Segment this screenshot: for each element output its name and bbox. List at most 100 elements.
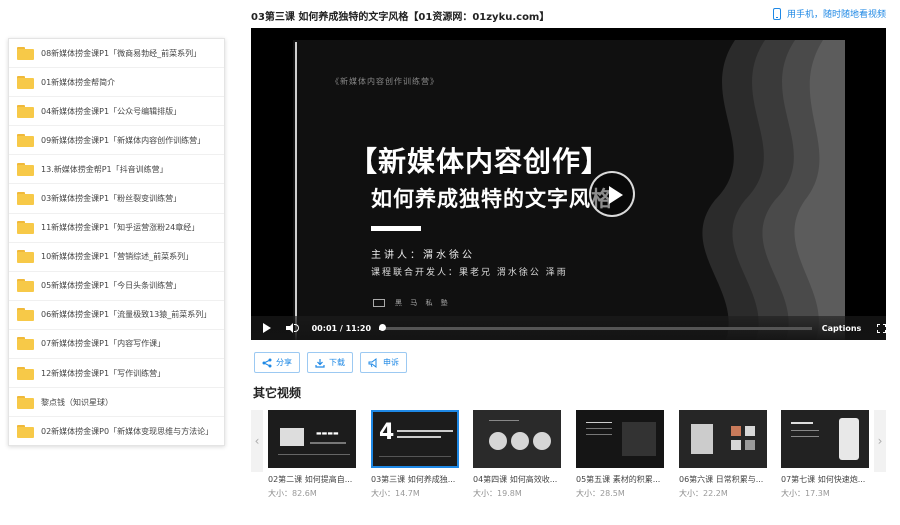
video-card-size: 大小：17.3M [781, 489, 830, 498]
folder-icon [17, 337, 34, 351]
fullscreen-icon[interactable] [877, 323, 886, 333]
video-card[interactable]: 07第七课 如何快速炮... 大小：17.3M [781, 410, 869, 499]
video-thumbnail [781, 410, 869, 468]
share-button[interactable]: 分享 [254, 352, 300, 373]
video-card-size: 大小：22.2M [679, 489, 728, 498]
sidebar-item[interactable]: 04新媒体捞金课P1「公众号编辑排版」 [9, 97, 224, 127]
video-card-title: 05第五课 素材的积累... [576, 475, 661, 484]
sidebar-item-label: 黎点钱（知识星球） [41, 397, 113, 407]
folder-icon [17, 366, 34, 380]
time-display: 00:01 / 11:20 [311, 323, 372, 333]
video-card[interactable]: 05第五课 素材的积累... 大小：28.5M [576, 410, 664, 499]
video-card-size: 大小：82.6M [268, 489, 317, 498]
video-card-size: 大小：19.8M [473, 489, 522, 498]
report-button[interactable]: 申诉 [360, 352, 407, 373]
video-thumbnail: 4 [371, 410, 459, 468]
carousel-next-button[interactable]: › [874, 410, 886, 472]
folder-icon [17, 424, 34, 438]
logo-mark-icon [373, 299, 385, 307]
report-label: 申诉 [383, 358, 399, 367]
volume-icon[interactable] [286, 323, 299, 333]
sidebar-item[interactable]: 10新媒体捞金课P1「营销综述_前菜系列」 [9, 243, 224, 272]
video-card[interactable]: ▬▬▬▬ 02第二课 如何提高自... 大小：82.6M [268, 410, 356, 499]
sidebar-item[interactable]: 黎点钱（知识星球） [9, 388, 224, 418]
sidebar-item[interactable]: 05新媒体捞金课P1「今日头条训练营」 [9, 272, 224, 301]
slide-logo: 黑 马 私 塾 [373, 298, 451, 308]
sidebar-item-label: 05新媒体捞金课P1「今日头条训练营」 [41, 281, 182, 291]
download-icon [315, 358, 325, 368]
folder-icon [17, 46, 34, 60]
sidebar-item-label: 03新媒体捞金课P1「粉丝裂变训练营」 [41, 194, 182, 204]
sidebar-item[interactable]: 01新媒体捞金帮简介 [9, 68, 224, 98]
video-card-title: 02第二课 如何提高自... [268, 475, 353, 484]
slide-course-name: 《新媒体内容创作训练营》 [331, 77, 439, 86]
sidebar-item-label: 13.新媒体捞金帮P1「抖音训练营」 [41, 164, 168, 174]
duration: 11:20 [345, 323, 372, 333]
chevron-right-icon: › [877, 434, 883, 448]
sidebar-item-label: 09新媒体捞金课P1「新媒体内容创作训练营」 [41, 135, 206, 145]
video-card-size: 大小：28.5M [576, 489, 625, 498]
video-card[interactable]: 4 03第三课 如何养成独... 大小：14.7M [371, 410, 459, 499]
video-card-title: 06第六课 日常积累与... [679, 475, 764, 484]
video-card[interactable]: 04第四课 如何高效收... 大小：19.8M [473, 410, 561, 499]
slide-divider [371, 226, 421, 231]
page-title: 03第三课 如何养成独特的文字风格【01资源网：01zyku.com】 [251, 12, 550, 23]
sidebar-item[interactable]: 07新媒体捞金课P1「内容写作课」 [9, 330, 224, 360]
folder-icon [17, 192, 34, 206]
video-thumbnail [473, 410, 561, 468]
sidebar-item-label: 11新媒体捞金课P1「知乎运营涨粉24章经」 [41, 223, 200, 233]
play-icon[interactable] [263, 323, 271, 333]
sidebar-item-label: 12新媒体捞金课P1「写作训练营」 [41, 368, 166, 378]
mobile-view-link[interactable]: 用手机，随时随地看视频 [772, 7, 886, 20]
sidebar-item-label: 02新媒体捞金课P0「新媒体变现思维与方法论」 [41, 426, 214, 436]
sidebar-item-label: 10新媒体捞金课P1「营销综述_前菜系列」 [41, 252, 194, 262]
sidebar-item[interactable]: 09新媒体捞金课P1「新媒体内容创作训练营」 [9, 126, 224, 156]
video-card[interactable]: 06第六课 日常积累与... 大小：22.2M [679, 410, 767, 499]
decorative-curves [702, 40, 845, 340]
video-controls: 00:01 / 11:20 Captions [251, 316, 886, 340]
sidebar-item[interactable]: 03新媒体捞金课P1「粉丝裂变训练营」 [9, 184, 224, 214]
slide-developers: 课程联合开发人：果老兄 渭水徐公 泽雨 [371, 268, 568, 278]
folder-icon [17, 279, 34, 293]
video-card-title: 03第三课 如何养成独... [371, 475, 456, 484]
slide-title: 【新媒体内容创作】 [349, 145, 611, 178]
carousel-prev-button[interactable]: ‹ [251, 410, 263, 472]
sidebar-item[interactable]: 06新媒体捞金课P1「流量极致13猿_前菜系列」 [9, 301, 224, 330]
share-icon [262, 358, 272, 367]
video-card-title: 04第四课 如何高效收... [473, 475, 558, 484]
play-overlay-button[interactable] [589, 171, 635, 217]
sidebar-item[interactable]: 08新媒体捞金课P1「微商易勃经_前菜系列」 [9, 39, 224, 69]
page: 03第三课 如何养成独特的文字风格【01资源网：01zyku.com】 用手机，… [0, 0, 900, 525]
folder-icon [17, 308, 34, 322]
megaphone-icon [368, 357, 377, 368]
other-videos-title: 其它视频 [253, 386, 302, 400]
video-thumbnail [576, 410, 664, 468]
sidebar-folder-list: 08新媒体捞金课P1「微商易勃经_前菜系列」 01新媒体捞金帮简介 04新媒体捞… [8, 38, 225, 446]
share-label: 分享 [276, 358, 292, 367]
video-frame: 《新媒体内容创作训练营》 【新媒体内容创作】 如何养成独特的文字风格 主讲人：渭… [293, 40, 845, 340]
folder-icon [17, 221, 34, 235]
folder-icon [17, 395, 34, 409]
download-label: 下载 [329, 358, 345, 367]
current-time: 00:01 [311, 323, 338, 333]
captions-button[interactable]: Captions [822, 324, 862, 333]
video-player[interactable]: 《新媒体内容创作训练营》 【新媒体内容创作】 如何养成独特的文字风格 主讲人：渭… [251, 28, 886, 340]
sidebar-item[interactable]: 12新媒体捞金课P1「写作训练营」 [9, 359, 224, 389]
video-card-size: 大小：14.7M [371, 489, 420, 498]
sidebar-item-label: 06新媒体捞金课P1「流量极致13猿_前菜系列」 [41, 310, 212, 320]
sidebar-item-label: 04新媒体捞金课P1「公众号编辑排版」 [41, 106, 182, 116]
download-button[interactable]: 下载 [307, 352, 353, 373]
chevron-left-icon: ‹ [254, 434, 260, 448]
progress-knob[interactable] [378, 323, 386, 331]
video-card-title: 07第七课 如何快速炮... [781, 475, 866, 484]
sidebar-item[interactable]: 02新媒体捞金课P0「新媒体变现思维与方法论」 [9, 417, 224, 445]
progress-bar[interactable] [378, 323, 812, 331]
sidebar-item[interactable]: 13.新媒体捞金帮P1「抖音训练营」 [9, 155, 224, 185]
slide-subtitle: 如何养成独特的文字风格 [371, 187, 613, 211]
sidebar-item[interactable]: 11新媒体捞金课P1「知乎运营涨粉24章经」 [9, 214, 224, 243]
folder-icon [17, 75, 34, 89]
other-videos-carousel: ‹ ▬▬▬▬ 02第二课 如何提高自... 大小：82.6M 4 03第三课 如… [251, 410, 886, 510]
slide-speaker: 主讲人：渭水徐公 [371, 250, 475, 261]
sidebar-item-label: 01新媒体捞金帮简介 [41, 77, 116, 87]
action-bar: 分享 下载 申诉 [254, 352, 407, 373]
